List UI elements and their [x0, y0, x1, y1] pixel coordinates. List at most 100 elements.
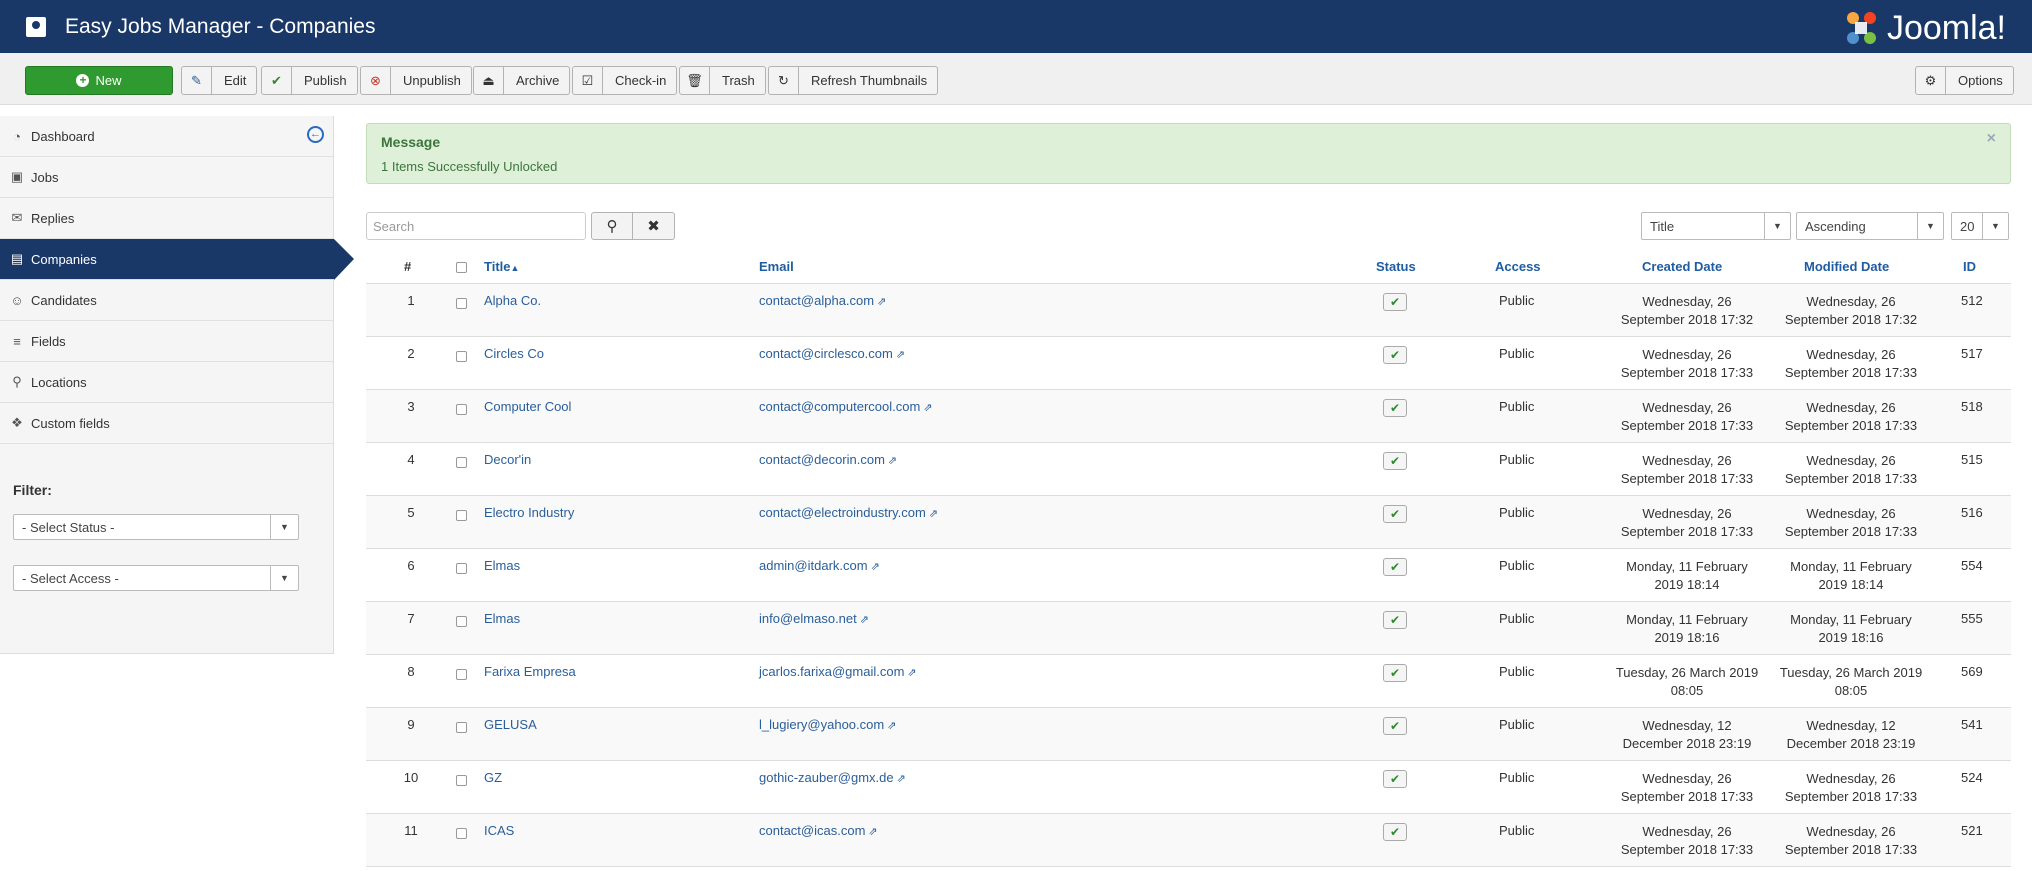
company-title-link[interactable]: Decor'in — [484, 452, 531, 467]
header-title[interactable]: Title▲ — [484, 259, 519, 274]
company-title-link[interactable]: Electro Industry — [484, 505, 574, 520]
company-email-link[interactable]: contact@decorin.com ⇗ — [759, 452, 897, 467]
published-status-toggle[interactable]: ✔ — [1383, 399, 1407, 417]
table-row: 4 Decor'in contact@decorin.com ⇗ ✔ Public Wedn… — [366, 443, 2011, 496]
company-email-link[interactable]: gothic-zauber@gmx.de ⇗ — [759, 770, 906, 785]
company-email-link[interactable]: contact@alpha.com ⇗ — [759, 293, 886, 308]
gear-icon: ⚙ — [1916, 67, 1946, 94]
unpublish-button[interactable]: ⊗ Unpublish — [360, 66, 472, 95]
header-status[interactable]: Status — [1376, 259, 1416, 274]
plus-circle-icon: + — [76, 74, 90, 87]
company-email-link[interactable]: info@elmaso.net ⇗ — [759, 611, 869, 626]
sidebar-item-candidates[interactable]: ☺ Candidates — [0, 280, 334, 321]
header-modified-date[interactable]: Modified Date — [1804, 259, 1889, 274]
company-email-link[interactable]: contact@electroindustry.com ⇗ — [759, 505, 938, 520]
select-status-dropdown[interactable]: - Select Status - ▼ — [13, 514, 299, 540]
published-status-toggle[interactable]: ✔ — [1383, 611, 1407, 629]
company-title-link[interactable]: Elmas — [484, 611, 520, 626]
created-date-line2: September 2018 17:33 — [1620, 418, 1754, 433]
sidebar-item-jobs[interactable]: ▣ Jobs — [0, 157, 334, 198]
search-input[interactable]: Search — [366, 212, 586, 240]
row-number: 4 — [407, 452, 415, 467]
table-header: # Title▲ Email Status Access Created Dat… — [366, 250, 2011, 284]
created-date-line1: Wednesday, 26 — [1642, 347, 1732, 362]
published-status-toggle[interactable]: ✔ — [1383, 770, 1407, 788]
unpublish-button-label: Unpublish — [403, 73, 461, 88]
published-status-toggle[interactable]: ✔ — [1383, 558, 1407, 576]
company-title-link[interactable]: Farixa Empresa — [484, 664, 576, 679]
published-status-toggle[interactable]: ✔ — [1383, 346, 1407, 364]
company-title-link[interactable]: Alpha Co. — [484, 293, 541, 308]
sidebar-item-replies[interactable]: ✉ Replies — [0, 198, 334, 239]
row-checkbox[interactable] — [456, 563, 467, 574]
company-title-link[interactable]: Elmas — [484, 558, 520, 573]
company-title-link[interactable]: GZ — [484, 770, 502, 785]
refresh-thumbnails-button[interactable]: ↻ Refresh Thumbnails — [768, 66, 939, 95]
sidebar-item-locations[interactable]: ⚲ Locations — [0, 362, 334, 403]
published-status-toggle[interactable]: ✔ — [1383, 452, 1407, 470]
sidebar-item-companies[interactable]: ▤ Companies — [0, 239, 354, 280]
modified-date: Wednesday, 26 September 2018 17:33 — [1766, 452, 1936, 488]
published-status-toggle[interactable]: ✔ — [1383, 293, 1407, 311]
row-checkbox[interactable] — [456, 510, 467, 521]
published-status-toggle[interactable]: ✔ — [1383, 717, 1407, 735]
select-all-checkbox[interactable] — [456, 262, 467, 273]
sidebar-item-label: Custom fields — [31, 415, 110, 431]
company-id: 512 — [1961, 293, 1983, 308]
header-email[interactable]: Email — [759, 259, 794, 274]
created-date-line1: Wednesday, 26 — [1642, 400, 1732, 415]
header-created-date[interactable]: Created Date — [1642, 259, 1722, 274]
collapse-sidebar-icon[interactable]: ← — [307, 126, 324, 143]
sidebar-item-custom-fields[interactable]: ❖ Custom fields — [0, 403, 334, 444]
row-number: 11 — [404, 823, 418, 838]
ordering-select[interactable]: Title ▼ — [1641, 212, 1791, 240]
trash-button-label: Trash — [722, 73, 755, 88]
company-email-link[interactable]: l_lugiery@yahoo.com ⇗ — [759, 717, 896, 732]
sidebar-item-fields[interactable]: ≡ Fields — [0, 321, 334, 362]
row-checkbox[interactable] — [456, 775, 467, 786]
options-button[interactable]: ⚙ Options — [1915, 66, 2014, 95]
company-email-link[interactable]: contact@computercool.com ⇗ — [759, 399, 933, 414]
joomla-logo[interactable]: Joomla! — [1841, 8, 2006, 48]
row-checkbox[interactable] — [456, 298, 467, 309]
success-message: Message 1 Items Successfully Unlocked × — [366, 123, 2011, 184]
modified-date-line2: 2019 18:16 — [1818, 630, 1884, 645]
row-checkbox[interactable] — [456, 669, 467, 680]
close-icon[interactable]: × — [1987, 130, 1996, 148]
company-email-link[interactable]: admin@itdark.com ⇗ — [759, 558, 880, 573]
new-button[interactable]: + New — [25, 66, 173, 95]
edit-button[interactable]: ✎ Edit — [181, 66, 258, 95]
trash-button[interactable]: 🗑 Trash — [679, 66, 766, 95]
company-email-text: contact@computercool.com — [759, 399, 921, 414]
select-access-dropdown[interactable]: - Select Access - ▼ — [13, 565, 299, 591]
published-status-toggle[interactable]: ✔ — [1383, 664, 1407, 682]
company-email-link[interactable]: jcarlos.farixa@gmail.com ⇗ — [759, 664, 917, 679]
row-checkbox[interactable] — [456, 828, 467, 839]
published-status-toggle[interactable]: ✔ — [1383, 823, 1407, 841]
row-checkbox[interactable] — [456, 616, 467, 627]
company-email-link[interactable]: contact@circlesco.com ⇗ — [759, 346, 905, 361]
checkin-button[interactable]: ☑ Check-in — [572, 66, 678, 95]
clear-search-button[interactable]: ✖ — [633, 212, 675, 240]
header-id[interactable]: ID — [1963, 259, 1976, 274]
row-number: 7 — [407, 611, 415, 626]
header-access[interactable]: Access — [1495, 259, 1541, 274]
company-title-link[interactable]: ICAS — [484, 823, 514, 838]
publish-button[interactable]: ✔ Publish — [261, 66, 358, 95]
check-icon: ✔ — [1389, 560, 1401, 574]
row-checkbox[interactable] — [456, 722, 467, 733]
company-title-link[interactable]: Computer Cool — [484, 399, 571, 414]
company-email-link[interactable]: contact@icas.com ⇗ — [759, 823, 878, 838]
row-checkbox[interactable] — [456, 351, 467, 362]
search-button[interactable]: ⚲ — [591, 212, 633, 240]
company-title-link[interactable]: GELUSA — [484, 717, 537, 732]
row-checkbox[interactable] — [456, 457, 467, 468]
company-title-link[interactable]: Circles Co — [484, 346, 544, 361]
archive-button[interactable]: ⏏ Archive — [473, 66, 571, 95]
direction-select[interactable]: Ascending ▼ — [1796, 212, 1944, 240]
modified-date-line1: Monday, 11 February — [1790, 612, 1912, 627]
published-status-toggle[interactable]: ✔ — [1383, 505, 1407, 523]
sidebar-item-dashboard[interactable]: ◔ Dashboard — [0, 116, 334, 157]
row-checkbox[interactable] — [456, 404, 467, 415]
limit-select[interactable]: 20 ▼ — [1951, 212, 2009, 240]
